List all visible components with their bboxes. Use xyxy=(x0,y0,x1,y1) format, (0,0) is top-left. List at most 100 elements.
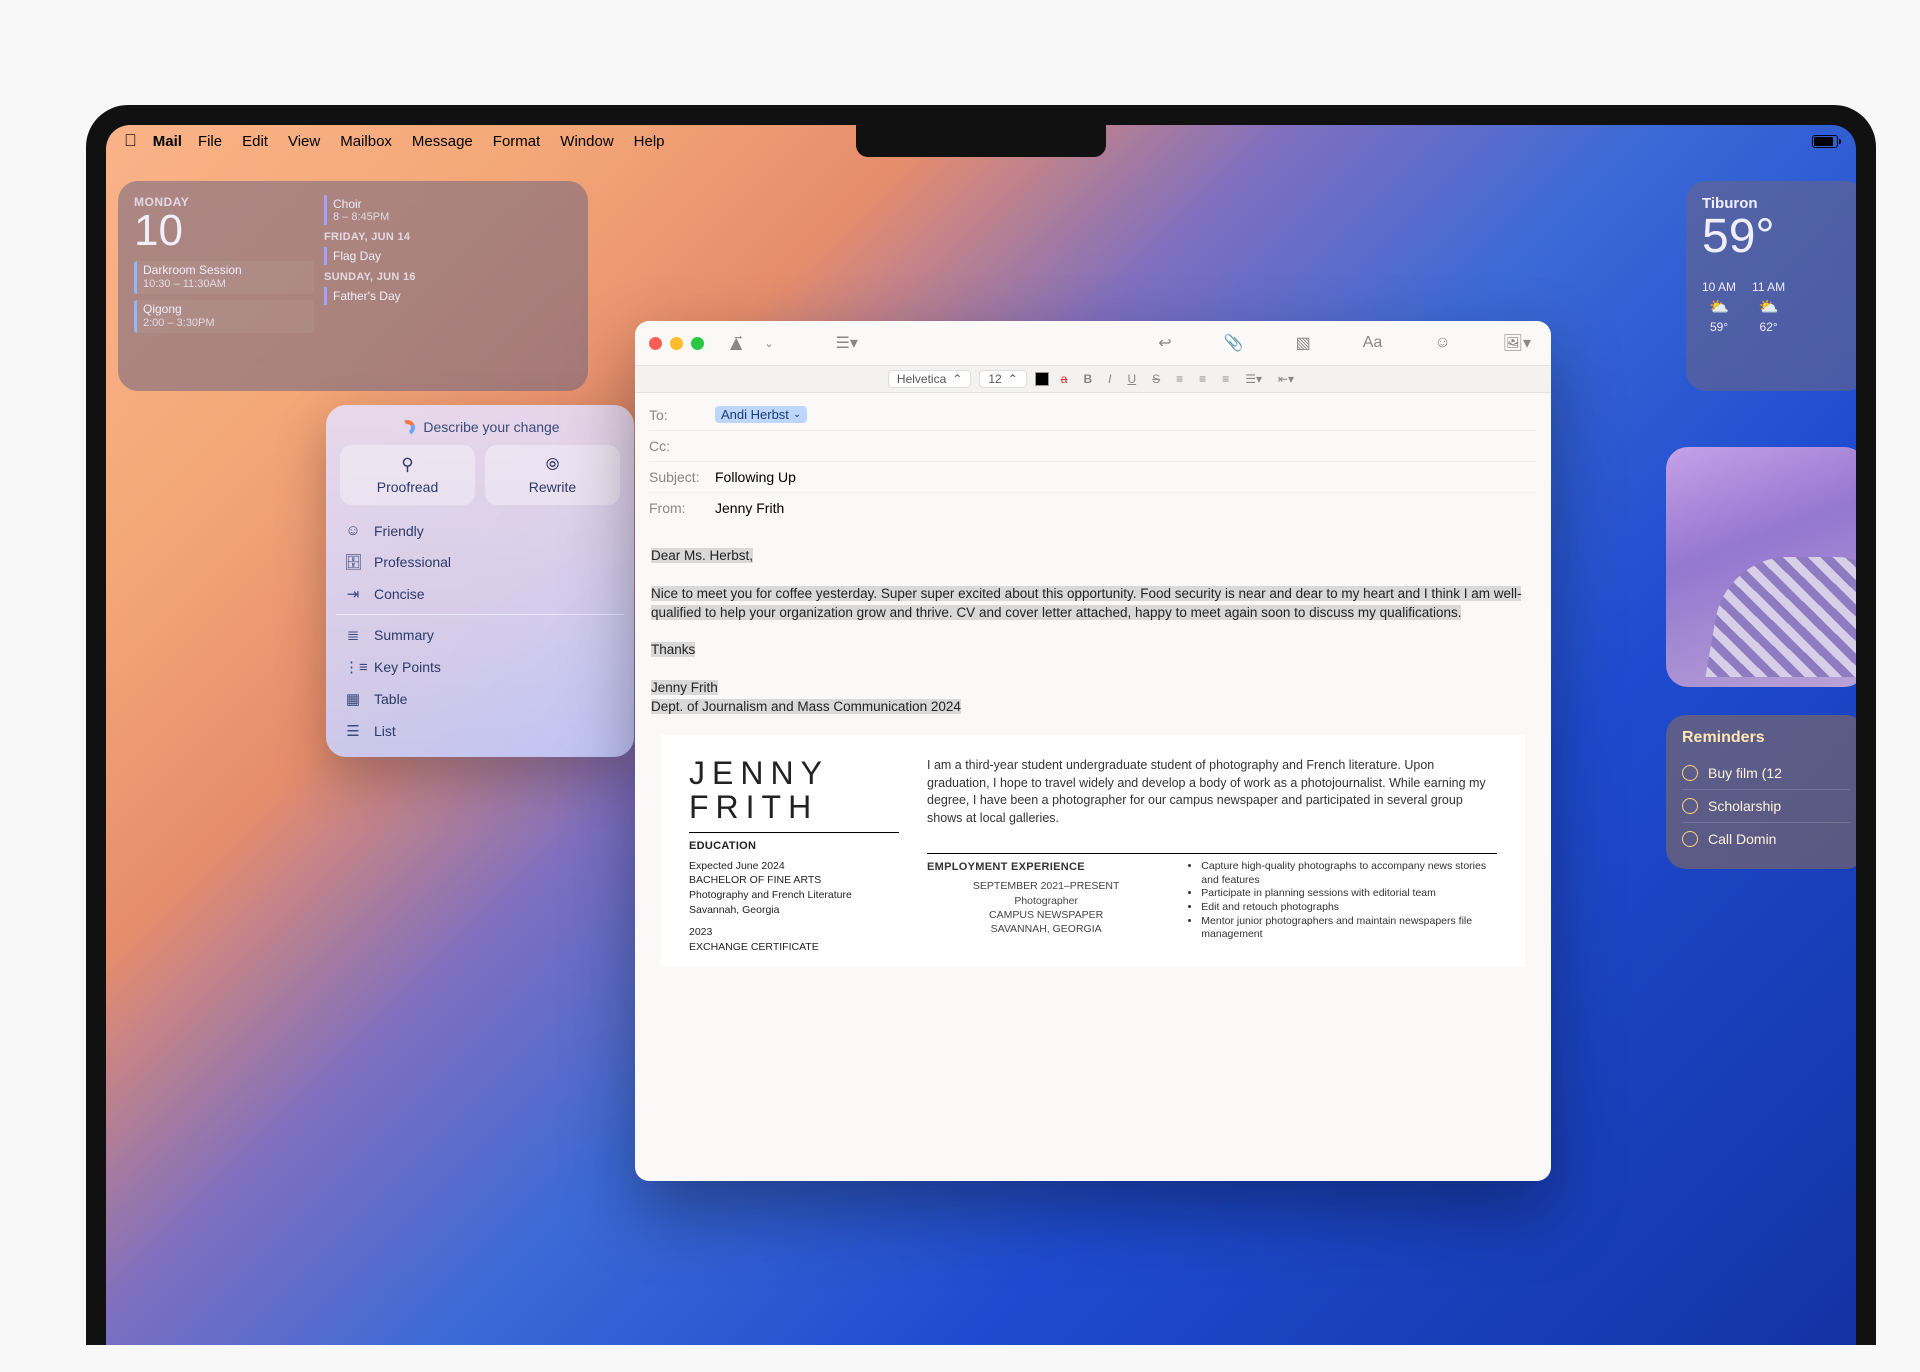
window-zoom-button[interactable] xyxy=(691,337,704,350)
calendar-day-label: MONDAY xyxy=(134,195,314,209)
calendar-day-number: 10 xyxy=(134,209,314,253)
reminders-widget[interactable]: Reminders Buy film (12 Scholarship Call … xyxy=(1666,715,1856,869)
describe-change-button[interactable]: Describe your change xyxy=(340,419,620,435)
align-center-button[interactable]: ≡ xyxy=(1195,372,1210,386)
cv-bio: I am a third-year student undergraduate … xyxy=(927,757,1497,827)
cv-education-heading: EDUCATION xyxy=(689,839,899,854)
weather-hour: 10 AM⛅59° xyxy=(1702,280,1736,334)
menu-window[interactable]: Window xyxy=(560,133,613,150)
reminder-label: Buy film (12 xyxy=(1708,765,1782,781)
mail-body[interactable]: Dear Ms. Herbst, Nice to meet you for co… xyxy=(635,533,1551,981)
indent-button[interactable]: ⇤▾ xyxy=(1274,372,1298,386)
subject-label: Subject: xyxy=(649,469,715,485)
calendar-event[interactable]: Darkroom Session 10:30 – 11:30AM xyxy=(134,261,314,294)
transform-summary[interactable]: ≣ Summary xyxy=(340,619,620,651)
send-icon[interactable]: ▲⃗ xyxy=(724,330,748,356)
font-size-select[interactable]: 12⌃ xyxy=(979,370,1026,388)
row-label: Key Points xyxy=(374,659,441,675)
menu-edit[interactable]: Edit xyxy=(242,133,268,150)
reply-icon[interactable]: ↩︎ xyxy=(1152,330,1177,356)
font-select[interactable]: Helvetica⌃ xyxy=(888,370,971,388)
menu-message[interactable]: Message xyxy=(412,133,473,150)
cv-education-text-2: 2023 EXCHANGE CERTIFICATE xyxy=(689,925,899,954)
reminder-checkbox[interactable] xyxy=(1682,831,1698,847)
menu-format[interactable]: Format xyxy=(493,133,541,150)
briefcase-icon: 🗄 xyxy=(344,553,362,571)
menubar-app-name[interactable]: Mail xyxy=(153,133,182,150)
event-time: 10:30 – 11:30AM xyxy=(143,278,308,292)
reminder-checkbox[interactable] xyxy=(1682,765,1698,781)
emoji-icon[interactable]: ☺ xyxy=(1428,331,1456,355)
row-label: Concise xyxy=(374,586,425,602)
window-close-button[interactable] xyxy=(649,337,662,350)
row-label: Summary xyxy=(374,627,434,643)
photo-widget[interactable] xyxy=(1666,447,1856,687)
cv-employment-heading: EMPLOYMENT EXPERIENCE xyxy=(927,860,1165,875)
bold-button[interactable]: B xyxy=(1079,372,1096,386)
calendar-event[interactable]: Choir8 – 8:45PM xyxy=(324,195,572,225)
calendar-event[interactable]: Father's Day xyxy=(324,287,572,305)
transform-keypoints[interactable]: ⋮≡ Key Points xyxy=(340,651,620,683)
cv-bullet: Mentor junior photographers and maintain… xyxy=(1201,915,1497,942)
window-minimize-button[interactable] xyxy=(670,337,683,350)
menu-view[interactable]: View xyxy=(288,133,320,150)
format-icon[interactable]: Aa xyxy=(1357,331,1389,355)
weather-widget[interactable]: Tiburon 59° 10 AM⛅59°11 AM⛅62° xyxy=(1686,181,1856,391)
transform-table[interactable]: ▦Table xyxy=(340,683,620,715)
from-field[interactable]: Jenny Frith xyxy=(715,500,784,516)
concise-icon: ⇥ xyxy=(344,585,362,603)
rewrite-button[interactable]: ⦾ Rewrite xyxy=(485,445,620,505)
align-right-button[interactable]: ≡ xyxy=(1218,372,1233,386)
transform-list[interactable]: ☰ List xyxy=(340,715,620,747)
cc-field[interactable] xyxy=(715,438,1537,454)
proofread-label: Proofread xyxy=(377,479,438,495)
row-label: List xyxy=(374,723,396,739)
calendar-section-label: SUNDAY, JUN 16 xyxy=(324,271,572,283)
subject-field[interactable]: Following Up xyxy=(715,469,796,485)
battery-icon[interactable] xyxy=(1812,135,1838,148)
summary-icon: ≣ xyxy=(344,626,362,644)
keypoints-icon: ⋮≡ xyxy=(344,658,362,676)
calendar-event[interactable]: Flag Day xyxy=(324,247,572,265)
reminders-title: Reminders xyxy=(1682,729,1850,747)
magnifier-icon: ⚲ xyxy=(340,455,475,475)
italic-button[interactable]: I xyxy=(1104,372,1115,386)
to-label: To: xyxy=(649,407,715,423)
header-fields-button[interactable]: ☰▾ xyxy=(830,330,864,356)
proofread-button[interactable]: ⚲ Proofread xyxy=(340,445,475,505)
tone-friendly[interactable]: ☺Friendly xyxy=(340,515,620,546)
apple-menu-icon[interactable]:  xyxy=(124,131,137,151)
calendar-event[interactable]: Qigong 2:00 – 3:30PM xyxy=(134,300,314,333)
tone-professional[interactable]: 🗄Professional xyxy=(340,546,620,578)
text-color-swatch[interactable] xyxy=(1035,372,1049,386)
menu-mailbox[interactable]: Mailbox xyxy=(340,133,392,150)
writing-tools-panel: Describe your change ⚲ Proofread ⦾ Rewri… xyxy=(326,405,634,757)
row-label: Table xyxy=(374,691,407,707)
reminder-item[interactable]: Buy film (12 xyxy=(1682,757,1850,789)
reminder-checkbox[interactable] xyxy=(1682,798,1698,814)
rewrite-icon: ⦾ xyxy=(485,455,620,475)
strike-button[interactable]: S xyxy=(1148,372,1164,386)
menu-help[interactable]: Help xyxy=(634,133,665,150)
event-title: Qigong xyxy=(143,302,308,317)
text-bgcolor-button[interactable]: a xyxy=(1057,372,1072,386)
cv-bullet: Participate in planning sessions with ed… xyxy=(1201,887,1497,901)
reminder-item[interactable]: Call Domin xyxy=(1682,822,1850,855)
photo-browser-icon[interactable]: ▧ xyxy=(1290,330,1317,356)
reminder-item[interactable]: Scholarship xyxy=(1682,789,1850,822)
cv-attachment[interactable]: JENNYFRITH EDUCATION Expected June 2024 … xyxy=(661,735,1525,967)
calendar-widget[interactable]: MONDAY 10 Darkroom Session 10:30 – 11:30… xyxy=(118,181,588,391)
send-dropdown[interactable]: ⌄ xyxy=(758,334,779,353)
tone-concise[interactable]: ⇥ Concise xyxy=(340,578,620,610)
list-style-button[interactable]: ☰▾ xyxy=(1241,372,1266,386)
align-left-button[interactable]: ≡ xyxy=(1172,372,1187,386)
reminder-label: Call Domin xyxy=(1708,831,1776,847)
attach-icon[interactable]: 📎 xyxy=(1218,330,1250,356)
menu-file[interactable]: File xyxy=(198,133,222,150)
event-title: Darkroom Session xyxy=(143,263,308,278)
list-icon: ☰ xyxy=(344,722,362,740)
underline-button[interactable]: U xyxy=(1123,372,1140,386)
recipient-token[interactable]: Andi Herbst⌄ xyxy=(715,406,807,423)
chevron-down-icon[interactable]: ⌄ xyxy=(793,409,801,420)
media-dropdown-icon[interactable]: 🖼▾ xyxy=(1497,330,1537,356)
